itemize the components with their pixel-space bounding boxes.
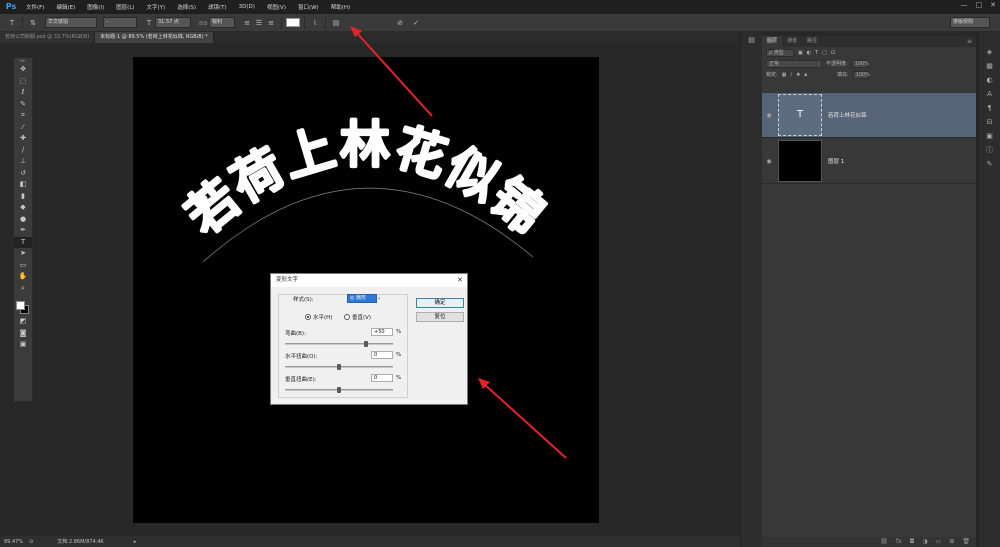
swatches-panel-icon[interactable]: ▦	[981, 60, 999, 72]
layers-panel: 图层 通道 路径 ≡ ρ 类型 ▣ ◐ T ▢ ⊡ 正常 不透明度: 100% …	[762, 36, 976, 547]
filter-pixel-icon[interactable]: ▣	[798, 50, 803, 56]
layers-footer: ⛓︎ fx ◘ ◑ ▭ ⊞ 🗑︎	[762, 537, 976, 547]
adjustments-panel-icon[interactable]: ◐	[981, 74, 999, 86]
lock-paint-icon[interactable]: ∕	[790, 72, 792, 78]
color-panel-icon[interactable]: ◈	[981, 46, 999, 58]
filter-type-select[interactable]: ρ 类型	[766, 48, 794, 57]
blend-row: 正常 不透明度: 100%	[762, 58, 976, 69]
collapsed-panel-strip: ▤	[740, 32, 762, 547]
filter-adjust-icon[interactable]: ◐	[807, 50, 811, 56]
annotation-arrow-line	[483, 383, 567, 459]
pixel-layer-thumbnail	[778, 140, 822, 182]
properties-panel-icon[interactable]: ⊟	[981, 116, 999, 128]
brush-panel-icon[interactable]: ✎	[981, 158, 999, 170]
lock-label: 锁定:	[766, 72, 778, 78]
link-layers-icon[interactable]: ⛓︎	[880, 537, 888, 547]
fill-label: 填充:	[836, 72, 849, 78]
lock-move-icon[interactable]: ✥	[796, 72, 800, 78]
info-panel-icon[interactable]: ⓘ	[981, 144, 999, 156]
adjustment-layer-icon[interactable]: ◑	[922, 537, 927, 547]
right-panel-strip: ◈ ▦ ◐ A ¶ ⊟ ▣ ⓘ ✎	[978, 32, 1000, 547]
visibility-eye-icon[interactable]: ◉	[762, 112, 776, 119]
foreground-color[interactable]	[16, 301, 25, 310]
layer-row-text[interactable]: ◉ T 若荷上林花似锦	[762, 93, 976, 138]
styles-panel-icon[interactable]: ▣	[981, 130, 999, 142]
filter-shape-icon[interactable]: ▢	[822, 50, 827, 56]
visibility-eye-icon[interactable]: ◉	[762, 158, 776, 165]
paragraph-panel-icon[interactable]: ¶	[981, 102, 999, 114]
layers-panel-tabs: 图层 通道 路径 ≡	[762, 36, 976, 47]
document-size: 文档:2.86M/874.4K	[57, 539, 104, 545]
status-menu-arrow-icon[interactable]: ▸	[134, 539, 137, 545]
lock-all-icon[interactable]: 🔒︎	[804, 72, 807, 78]
fill-input[interactable]: 100%	[852, 70, 870, 79]
character-panel-icon[interactable]: A	[981, 88, 999, 100]
tab-channels[interactable]: 通道	[782, 36, 802, 47]
tab-paths[interactable]: 路径	[802, 36, 822, 47]
status-bar: 89.47% ⊙ 文档:2.86M/874.4K ▸	[0, 536, 740, 547]
opacity-input[interactable]: 100%	[851, 59, 869, 68]
panel-menu-icon[interactable]: ≡	[967, 36, 976, 47]
annotation-arrow-line	[355, 31, 433, 117]
new-layer-icon[interactable]: ⊞	[949, 537, 954, 547]
blend-mode-select[interactable]: 正常	[766, 59, 822, 68]
layer-name[interactable]: 图层 1	[828, 157, 844, 165]
layer-filter-row: ρ 类型 ▣ ◐ T ▢ ⊡	[762, 47, 976, 58]
opacity-label: 不透明度:	[826, 61, 848, 67]
history-panel-icon[interactable]: ▤	[743, 34, 761, 46]
layer-row-pixel[interactable]: ◉ 图层 1	[762, 139, 976, 184]
filter-smart-icon[interactable]: ⊡	[831, 50, 835, 56]
status-icon[interactable]: ⊙	[29, 539, 33, 545]
delete-layer-icon[interactable]: 🗑︎	[962, 537, 970, 547]
text-layer-thumbnail: T	[778, 94, 822, 136]
add-mask-icon[interactable]: ◘	[910, 537, 915, 547]
lock-row: 锁定: ▦ ∕ ✥ 🔒︎ 填充: 100%	[762, 69, 976, 80]
layer-name[interactable]: 若荷上林花似锦	[828, 111, 867, 119]
filter-type-icon[interactable]: T	[815, 50, 818, 56]
zoom-level[interactable]: 89.47%	[4, 539, 23, 545]
lock-pixels-icon[interactable]: ▦	[782, 72, 787, 78]
layer-style-icon[interactable]: fx	[896, 537, 902, 547]
tab-layers[interactable]: 图层	[762, 36, 783, 47]
new-group-icon[interactable]: ▭	[936, 537, 942, 547]
